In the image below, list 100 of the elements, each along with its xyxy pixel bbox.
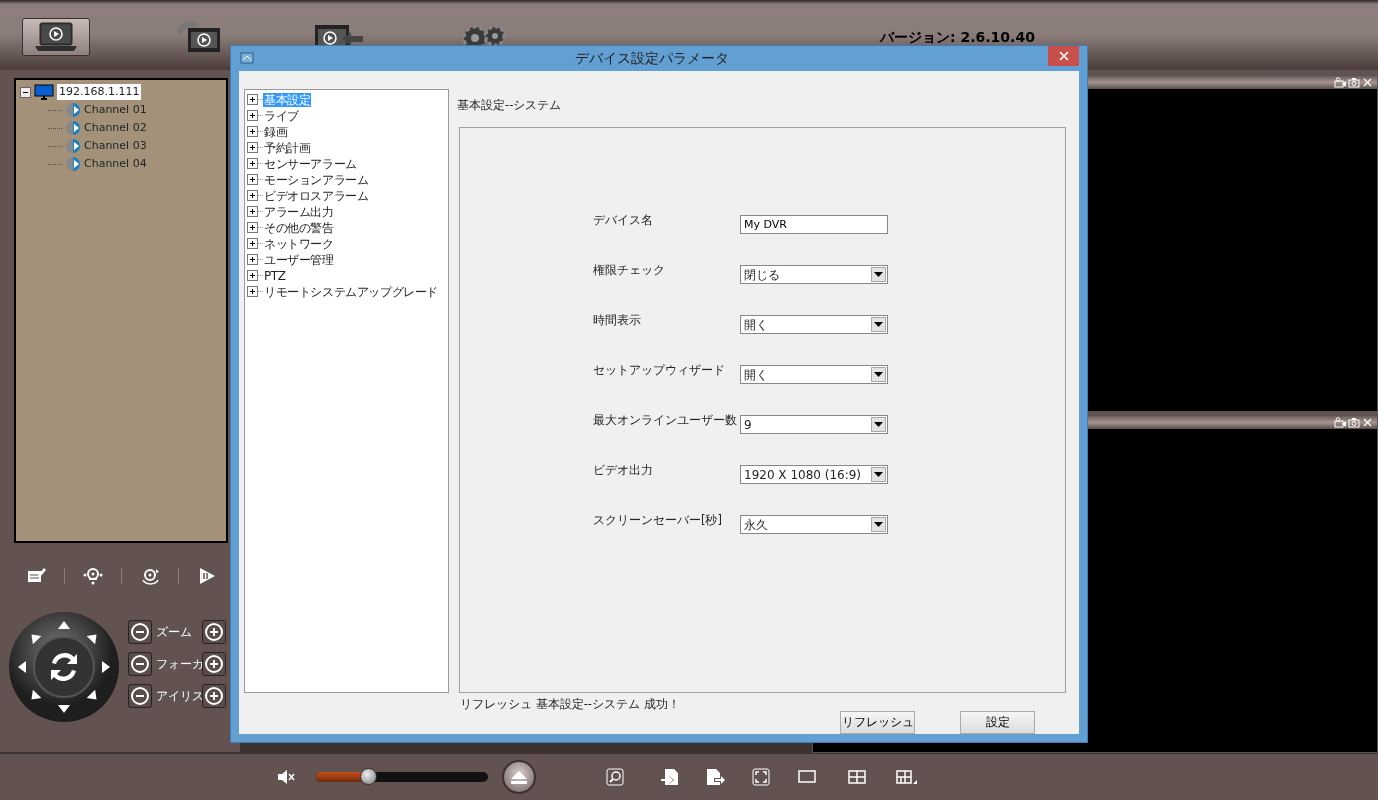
expand-icon[interactable] [247, 142, 263, 154]
play-bars-icon [197, 566, 217, 586]
field-label: デバイス名 [592, 212, 654, 230]
menu-item[interactable]: PTZ [263, 268, 287, 283]
app-icon [239, 50, 255, 67]
multi-view-icon [896, 768, 918, 786]
menu-item[interactable]: ライブ [263, 108, 300, 123]
field-label: 権限チェック [592, 262, 666, 280]
snapshot-icon[interactable] [1348, 417, 1360, 428]
expand-icon[interactable] [247, 94, 263, 106]
menu-item[interactable]: リモートシステムアップグレード [263, 284, 439, 299]
menu-item[interactable]: 録画 [263, 124, 289, 139]
dropdown-arrow-icon [874, 272, 883, 278]
camera-icon [65, 120, 81, 136]
eject-button[interactable] [502, 760, 536, 794]
plus-icon [205, 623, 223, 641]
ptz-label: ズーム [156, 624, 193, 641]
view-toolbar-button[interactable] [896, 768, 918, 786]
mute-button[interactable] [276, 768, 296, 786]
menu-item[interactable]: アラーム出力 [263, 204, 335, 219]
expand-icon[interactable] [247, 270, 263, 282]
film-play-icon [176, 20, 222, 54]
field-label: ビデオ出力 [592, 462, 654, 480]
menu-item[interactable]: センサーアラーム [263, 156, 358, 171]
ptz-tool-button[interactable] [83, 566, 103, 586]
menu-item[interactable]: その他の警告 [263, 220, 335, 235]
section-title: 基本設定--システム [457, 96, 563, 114]
dropdown-arrow-icon [874, 322, 883, 328]
menu-item[interactable]: ネットワーク [263, 236, 335, 251]
dropdown[interactable]: 開く [740, 365, 888, 385]
plus-button[interactable] [202, 652, 226, 676]
dropdown-arrow-icon [874, 522, 883, 528]
channel-label[interactable]: Channel 02 [84, 119, 147, 137]
text-field[interactable]: My DVR [740, 215, 888, 235]
collapse-icon[interactable] [20, 86, 31, 98]
expand-icon[interactable] [247, 126, 263, 138]
dialog-button[interactable]: 設定 [960, 711, 1035, 734]
channel-label[interactable]: Channel 01 [84, 101, 147, 119]
expand-icon[interactable] [247, 238, 263, 250]
page-out-icon [706, 768, 728, 786]
camera-dots-icon [83, 566, 103, 586]
expand-icon[interactable] [247, 254, 263, 266]
minus-icon [131, 655, 149, 673]
close-icon[interactable] [1362, 417, 1373, 428]
plus-icon [205, 655, 223, 673]
menu-item[interactable]: モーションアラーム [263, 172, 370, 187]
minus-icon [131, 623, 149, 641]
dialog-button[interactable]: リフレッシュ [840, 711, 915, 734]
toolbar-button[interactable] [22, 18, 90, 56]
close-icon[interactable] [1362, 77, 1373, 88]
expand-icon[interactable] [247, 222, 263, 234]
expand-icon[interactable] [247, 110, 263, 122]
minus-button[interactable] [128, 620, 152, 644]
status-message: リフレッシュ 基本設定--システム 成功！ [459, 695, 681, 713]
plus-button[interactable] [202, 684, 226, 708]
camera-icon [65, 102, 81, 118]
expand-icon[interactable] [247, 158, 263, 170]
plus-icon [205, 687, 223, 705]
field-label: セットアップウィザード [592, 362, 726, 380]
plus-button[interactable] [202, 620, 226, 644]
dropdown[interactable]: 開く [740, 315, 888, 335]
dropdown[interactable]: 永久 [740, 515, 888, 535]
laptop-icon [34, 21, 78, 53]
close-button[interactable] [1048, 46, 1079, 67]
view-toolbar-button[interactable] [706, 768, 728, 786]
expand-icon[interactable] [247, 174, 263, 186]
version-label: バージョン: 2.6.10.40 [880, 29, 1035, 45]
channel-label[interactable]: Channel 04 [84, 155, 147, 173]
dialog-title: デバイス設定パラメータ [573, 48, 730, 68]
minus-button[interactable] [128, 652, 152, 676]
eject-icon [510, 769, 528, 785]
camera-rotate-icon [140, 566, 160, 586]
camera-icon [65, 156, 81, 172]
expand-icon[interactable] [247, 286, 263, 298]
menu-item[interactable]: ビデオロスアラーム [263, 188, 370, 203]
close-icon [1058, 51, 1069, 62]
snapshot-icon[interactable] [1348, 77, 1360, 88]
camera-icon [65, 138, 81, 154]
dropdown[interactable]: 9 [740, 415, 888, 435]
minus-icon [131, 687, 149, 705]
dropdown[interactable]: 1920 X 1080 (16:9) [740, 465, 888, 485]
ptz-direction-pad[interactable] [8, 611, 120, 723]
menu-item[interactable]: ユーザー管理 [263, 252, 335, 267]
field-label: 最大オンラインユーザー数 [592, 412, 738, 430]
host-label[interactable]: 192.168.1.111 [57, 83, 142, 101]
slider-thumb[interactable] [359, 768, 377, 785]
ptz-tool-button[interactable] [140, 566, 160, 586]
record-icon[interactable] [1334, 77, 1346, 88]
channel-label[interactable]: Channel 03 [84, 137, 147, 155]
expand-icon[interactable] [247, 190, 263, 202]
minus-button[interactable] [128, 684, 152, 708]
dropdown-arrow-icon [874, 372, 883, 378]
field-label: 時間表示 [592, 312, 642, 330]
menu-item[interactable]: 予約計画 [263, 140, 312, 155]
ptz-tool-button[interactable] [197, 566, 217, 586]
expand-icon[interactable] [247, 206, 263, 218]
dropdown-arrow-icon [874, 422, 883, 428]
dropdown[interactable]: 閉じる [740, 265, 888, 285]
field-label: スクリーンセーバー[秒] [592, 512, 723, 530]
record-icon[interactable] [1334, 417, 1346, 428]
